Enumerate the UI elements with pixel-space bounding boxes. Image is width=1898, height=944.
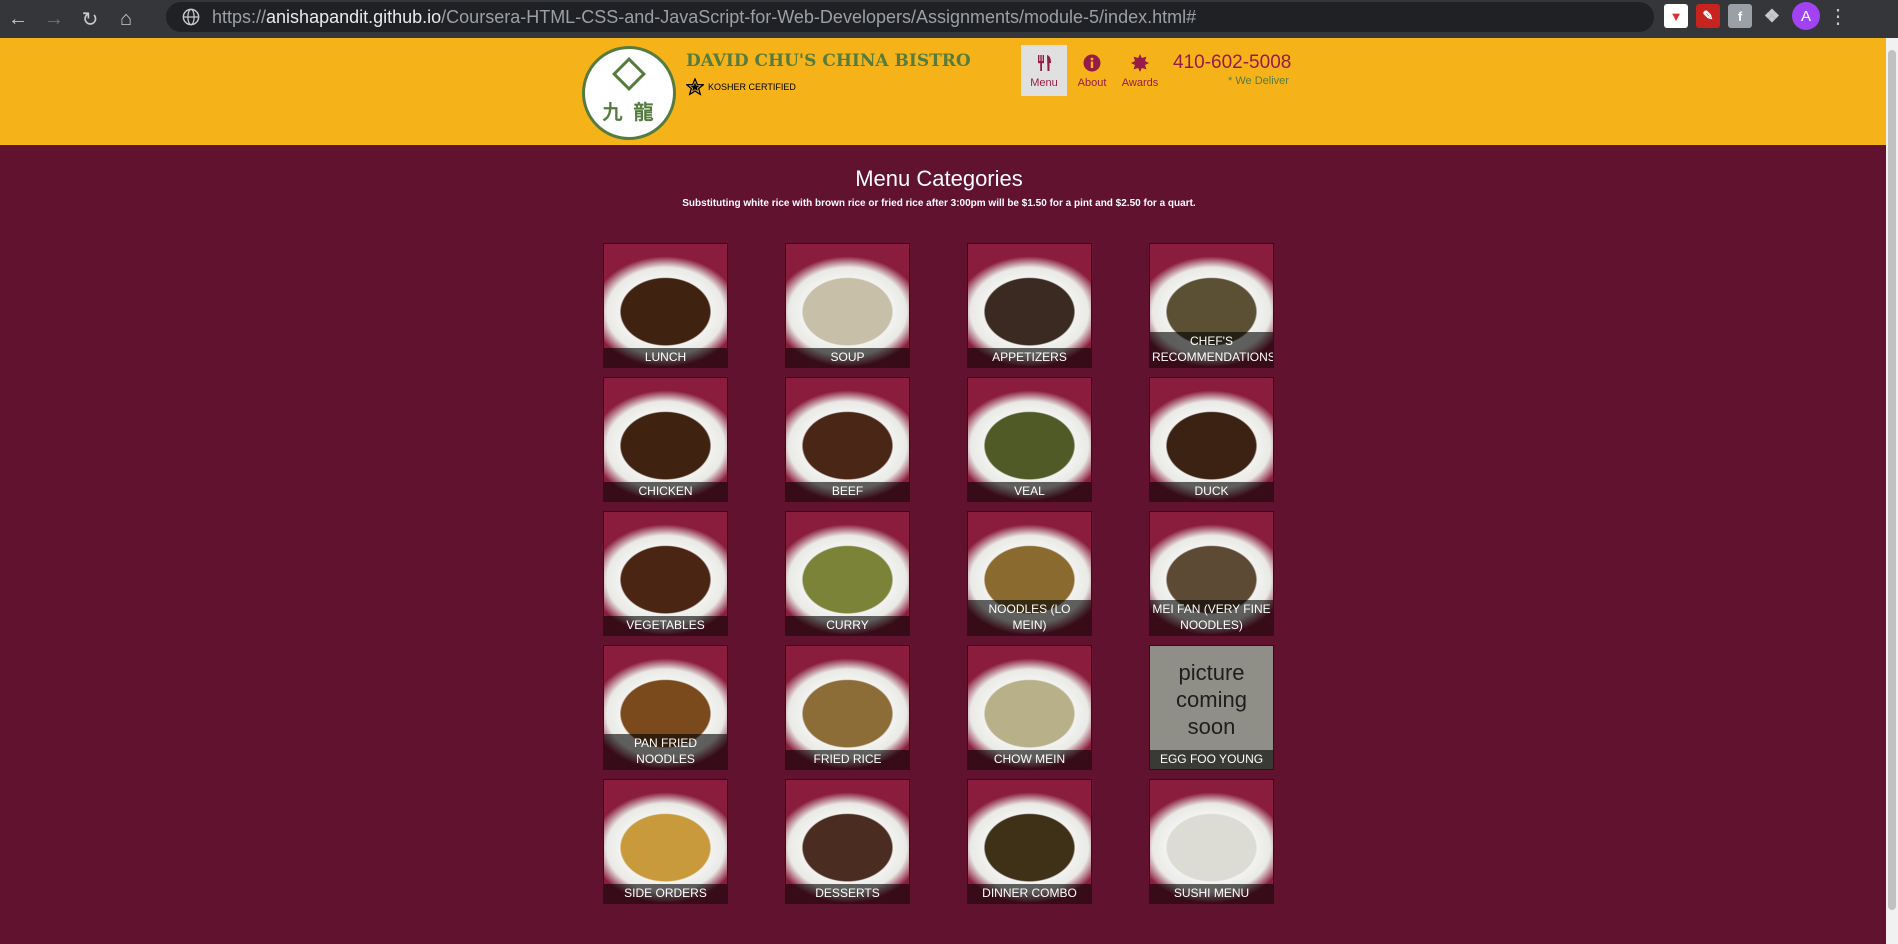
category-name: SIDE ORDERS (604, 884, 727, 903)
category-tile[interactable]: SOUP (785, 243, 910, 368)
category-tile[interactable]: DESSERTS (785, 779, 910, 904)
category-tile[interactable]: SUSHI MENU (1149, 779, 1274, 904)
restaurant-logo[interactable]: 九 龍 (582, 46, 676, 140)
url-path: /Coursera-HTML-CSS-and-JavaScript-for-We… (441, 6, 1197, 27)
url-text: https://anishapandit.github.io/Coursera-… (212, 7, 1196, 28)
category-tile[interactable]: APPETIZERS (967, 243, 1092, 368)
category-tile[interactable]: picture coming soon EGG FOO YOUNG (1149, 645, 1274, 770)
restaurant-name[interactable]: DAVID CHU'S CHINA BISTRO (686, 51, 971, 71)
category-tile[interactable]: BEEF (785, 377, 910, 502)
category-tile[interactable]: VEGETABLES (603, 511, 728, 636)
profile-avatar[interactable]: A (1792, 2, 1820, 30)
placeholder-word: soon (1187, 714, 1236, 739)
font-extension-icon[interactable]: f (1728, 4, 1752, 28)
category-tile[interactable]: MEI FAN (VERY FINE NOODLES) (1149, 511, 1274, 636)
main-nav: Menu About Awards (1021, 45, 1165, 96)
category-name: VEGETABLES (604, 616, 727, 635)
category-name: FRIED RICE (786, 750, 909, 769)
nav-about-label: About (1077, 76, 1107, 89)
nav-about[interactable]: About (1069, 45, 1115, 96)
category-name: BEEF (786, 482, 909, 501)
page-scrollbar[interactable] (1886, 38, 1898, 944)
category-name: CURRY (786, 616, 909, 635)
category-name: NOODLES (LO MEIN) (968, 600, 1091, 635)
category-tile[interactable]: CHICKEN (603, 377, 728, 502)
category-tile[interactable]: PAN FRIED NOODLES (603, 645, 728, 770)
back-button[interactable]: ← (0, 0, 36, 38)
extensions-area: ▼ ✎ f ❖ A ⋮ (1664, 0, 1848, 32)
scrollbar-thumb[interactable] (1888, 50, 1896, 910)
category-name: SUSHI MENU (1150, 884, 1273, 903)
url-host: anishapandit.github.io (266, 6, 442, 27)
category-name: VEAL (968, 482, 1091, 501)
category-tile[interactable]: CHOW MEIN (967, 645, 1092, 770)
globe-icon (182, 8, 200, 26)
placeholder-word: coming (1176, 687, 1247, 712)
category-tile[interactable]: DINNER COMBO (967, 779, 1092, 904)
url-scheme: https:// (212, 6, 267, 27)
category-tile[interactable]: CURRY (785, 511, 910, 636)
kosher-label: KOSHER CERTIFIED (708, 82, 796, 92)
logo-characters: 九 龍 (602, 99, 656, 124)
info-icon (1083, 54, 1101, 71)
cutlery-icon (1038, 54, 1051, 71)
category-name: CHOW MEIN (968, 750, 1091, 769)
home-button[interactable]: ⌂ (108, 0, 144, 38)
page: 九 龍 DAVID CHU'S CHINA BISTRO KOSHER CERT… (0, 38, 1886, 944)
category-name: DESSERTS (786, 884, 909, 903)
category-name: DINNER COMBO (968, 884, 1091, 903)
pocket-extension-icon[interactable]: ▼ (1664, 4, 1688, 28)
category-name: APPETIZERS (968, 348, 1091, 367)
nav-menu-label: Menu (1030, 76, 1058, 89)
kosher-certification: KOSHER CERTIFIED (686, 78, 796, 96)
category-tile[interactable]: NOODLES (LO MEIN) (967, 511, 1092, 636)
forward-button[interactable]: → (36, 0, 72, 38)
category-tile[interactable]: DUCK (1149, 377, 1274, 502)
address-bar[interactable]: https://anishapandit.github.io/Coursera-… (166, 2, 1654, 32)
placeholder-word: picture (1178, 660, 1245, 685)
category-name: CHEF'S RECOMMENDATIONS (1150, 332, 1273, 367)
nav-menu[interactable]: Menu (1021, 45, 1067, 96)
category-name: PAN FRIED NOODLES (604, 734, 727, 769)
browser-toolbar: ← → ↻ ⌂ https://anishapandit.github.io/C… (0, 0, 1898, 38)
category-tile[interactable]: SIDE ORDERS (603, 779, 728, 904)
diamond-icon (612, 56, 646, 91)
category-name: MEI FAN (VERY FINE NOODLES) (1150, 600, 1273, 635)
phone-number[interactable]: 410-602-5008 (1173, 52, 1291, 74)
page-title: Menu Categories (855, 166, 1023, 191)
more-menu-icon[interactable]: ⋮ (1828, 4, 1848, 29)
category-name: LUNCH (604, 348, 727, 367)
category-name: SOUP (786, 348, 909, 367)
puzzle-icon[interactable]: ❖ (1760, 4, 1784, 28)
pdf-extension-icon[interactable]: ✎ (1696, 4, 1720, 28)
category-tile[interactable]: CHEF'S RECOMMENDATIONS (1149, 243, 1274, 368)
site-header: 九 龍 DAVID CHU'S CHINA BISTRO KOSHER CERT… (0, 38, 1886, 145)
category-tile[interactable]: VEAL (967, 377, 1092, 502)
category-name: DUCK (1150, 482, 1273, 501)
reload-button[interactable]: ↻ (72, 0, 108, 38)
star-icon (686, 78, 704, 96)
nav-awards-label: Awards (1121, 76, 1159, 89)
category-name: CHICKEN (604, 482, 727, 501)
category-tile[interactable]: LUNCH (603, 243, 728, 368)
page-subtitle: Substituting white rice with brown rice … (682, 198, 1196, 209)
category-name: EGG FOO YOUNG (1150, 750, 1273, 769)
category-tile[interactable]: FRIED RICE (785, 645, 910, 770)
nav-awards[interactable]: Awards (1117, 45, 1163, 96)
delivery-note: * We Deliver (1228, 75, 1289, 87)
certificate-icon (1131, 53, 1149, 72)
